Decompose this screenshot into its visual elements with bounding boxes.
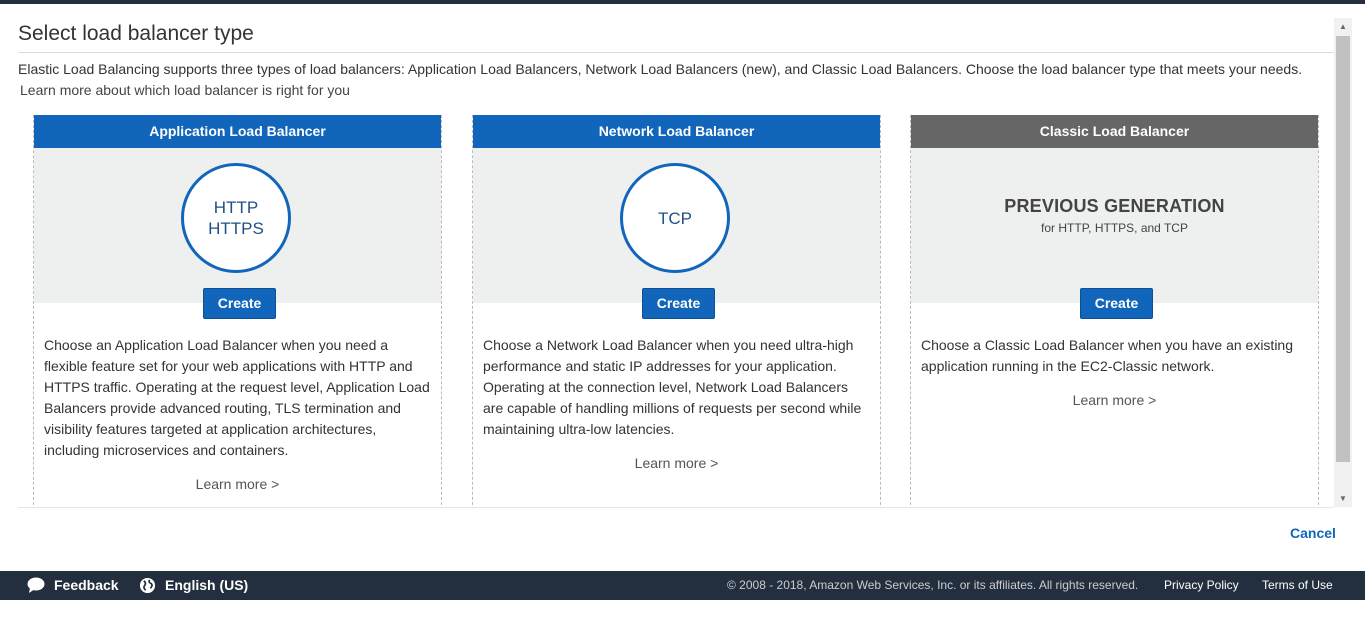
previous-generation-sub: for HTTP, HTTPS, and TCP bbox=[1041, 221, 1188, 235]
protocol-label: HTTP bbox=[213, 198, 259, 217]
scrollbar-thumb[interactable] bbox=[1336, 36, 1350, 462]
learn-more-nlb-link[interactable]: Learn more > bbox=[473, 455, 880, 471]
page-description: Elastic Load Balancing supports three ty… bbox=[18, 61, 1303, 77]
card-description: Choose an Application Load Balancer when… bbox=[44, 337, 430, 458]
learn-more-which-link[interactable]: Learn more about which load balancer is … bbox=[20, 82, 350, 98]
language-selector[interactable]: English (US) bbox=[165, 571, 248, 600]
scroll-up-icon[interactable]: ▲ bbox=[1334, 18, 1352, 35]
previous-generation-label: PREVIOUS GENERATION bbox=[1004, 196, 1225, 216]
card-header: Network Load Balancer bbox=[473, 115, 880, 148]
card-header: Application Load Balancer bbox=[34, 115, 441, 148]
card-classic-load-balancer: Classic Load Balancer PREVIOUS GENERATIO… bbox=[910, 115, 1319, 508]
learn-more-alb-link[interactable]: Learn more > bbox=[34, 476, 441, 492]
vertical-scrollbar[interactable]: ▲ ▼ bbox=[1334, 18, 1352, 507]
card-hero: TCP Create bbox=[473, 148, 880, 319]
privacy-policy-link[interactable]: Privacy Policy bbox=[1164, 571, 1239, 600]
card-hero: PREVIOUS GENERATION for HTTP, HTTPS, and… bbox=[911, 148, 1318, 319]
select-load-balancer-dialog: Select load balancer type Elastic Load B… bbox=[0, 4, 1365, 571]
terms-of-use-link[interactable]: Terms of Use bbox=[1262, 571, 1333, 600]
protocol-label: HTTPS bbox=[208, 219, 264, 238]
create-nlb-button[interactable]: Create bbox=[642, 288, 715, 319]
scroll-down-icon[interactable]: ▼ bbox=[1334, 490, 1352, 507]
title-divider bbox=[18, 52, 1334, 53]
create-clb-button[interactable]: Create bbox=[1080, 288, 1153, 319]
page-title: Select load balancer type bbox=[18, 22, 254, 45]
card-network-load-balancer: Network Load Balancer TCP Create Choose … bbox=[472, 115, 881, 508]
protocol-label: TCP bbox=[658, 208, 692, 228]
card-description: Choose a Network Load Balancer when you … bbox=[483, 337, 862, 437]
chat-bubble-icon bbox=[27, 577, 45, 593]
copyright-text: © 2008 - 2018, Amazon Web Services, Inc.… bbox=[727, 578, 1139, 592]
bottom-divider bbox=[18, 507, 1334, 508]
learn-more-clb-link[interactable]: Learn more > bbox=[911, 392, 1318, 408]
globe-icon bbox=[139, 577, 156, 594]
footer: Feedback English (US) © 2008 - 2018, Ama… bbox=[0, 571, 1365, 600]
card-header: Classic Load Balancer bbox=[911, 115, 1318, 148]
feedback-link[interactable]: Feedback bbox=[54, 571, 119, 600]
protocol-circle: HTTP HTTPS bbox=[181, 163, 291, 273]
cancel-button[interactable]: Cancel bbox=[1290, 525, 1336, 541]
protocol-circle: TCP bbox=[620, 163, 730, 273]
create-alb-button[interactable]: Create bbox=[203, 288, 276, 319]
card-application-load-balancer: Application Load Balancer HTTP HTTPS Cre… bbox=[33, 115, 442, 508]
dialog-scroll-area: Select load balancer type Elastic Load B… bbox=[0, 18, 1335, 508]
card-hero: HTTP HTTPS Create bbox=[34, 148, 441, 319]
